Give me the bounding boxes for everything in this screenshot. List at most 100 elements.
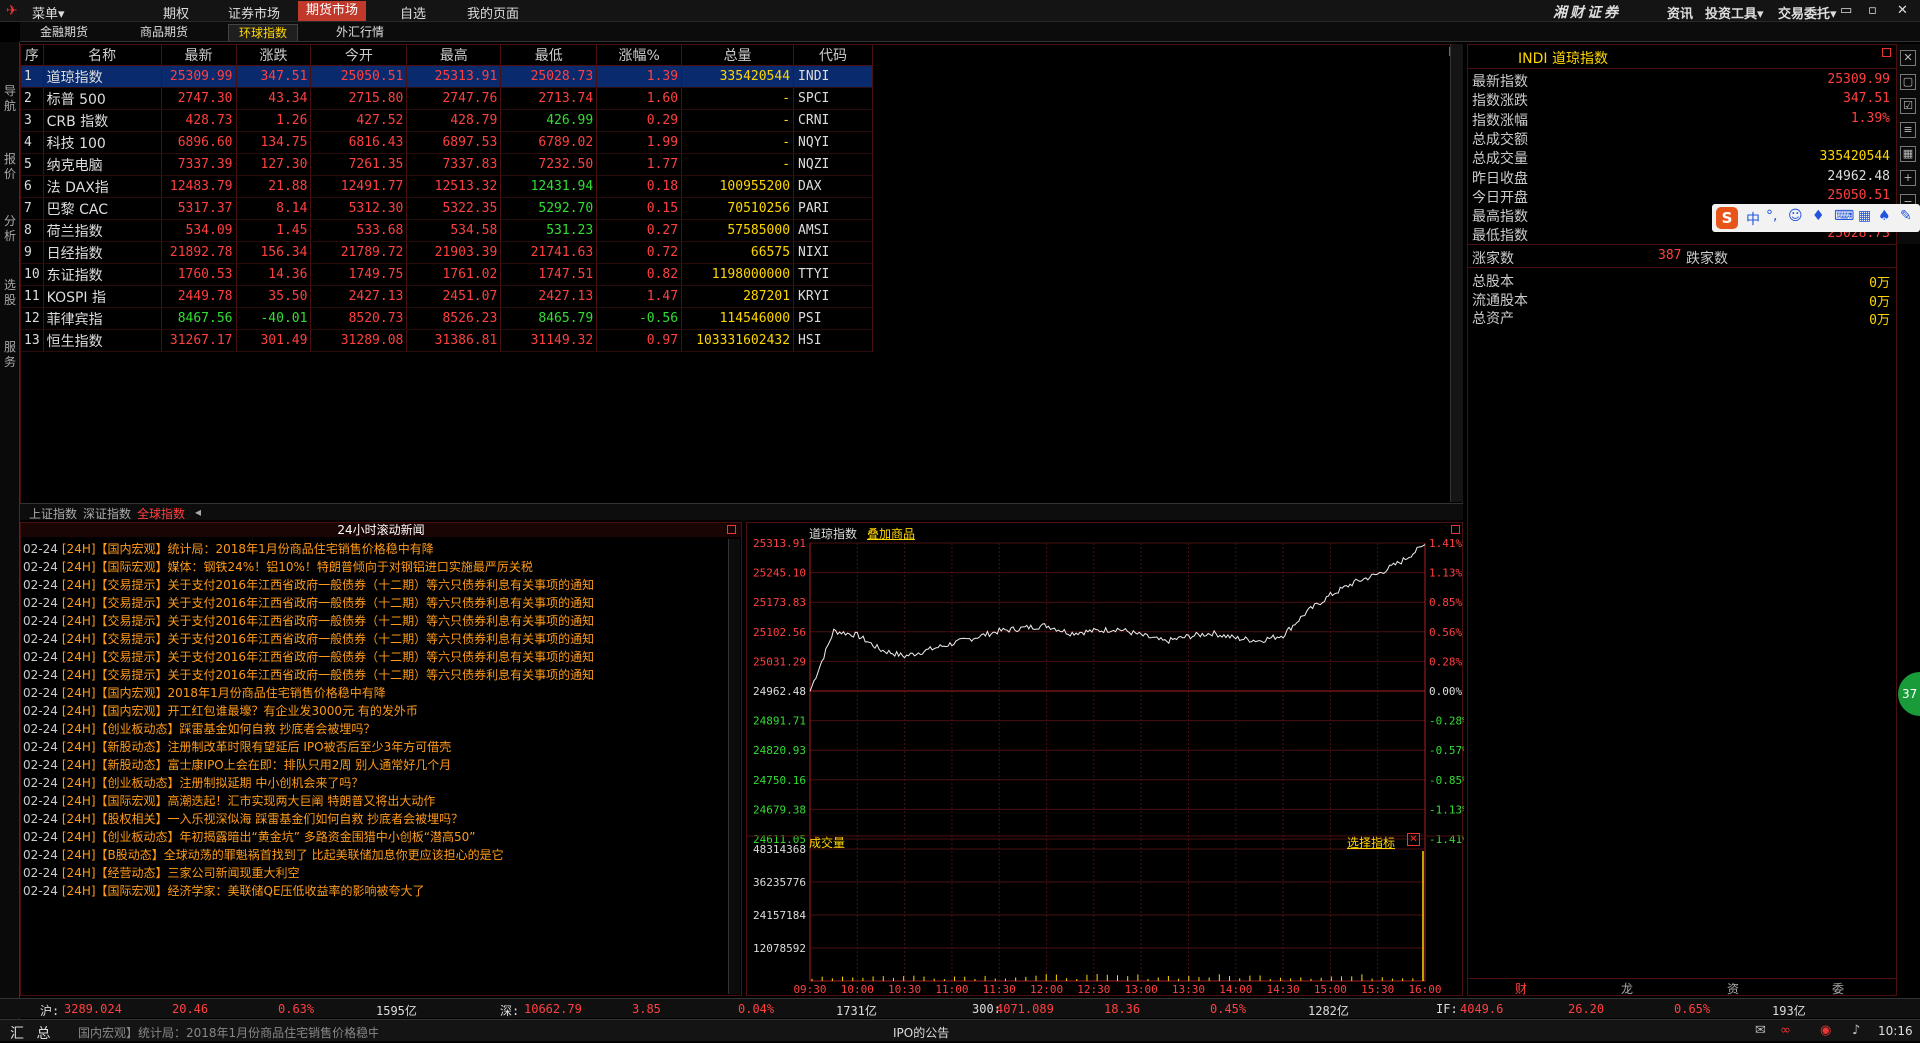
- apps-icon[interactable]: ▦: [1858, 208, 1871, 224]
- news-scrollbar[interactable]: [728, 539, 740, 994]
- keyboard-icon[interactable]: ⌨: [1834, 208, 1854, 224]
- grid-icon[interactable]: ▦: [1900, 146, 1916, 162]
- tab-finance[interactable]: 财: [1515, 980, 1527, 997]
- punctuation-icon[interactable]: °,: [1766, 208, 1777, 224]
- quote-row[interactable]: 3 CRB 指数 428.73 1.26 427.52 428.79 426.99 0.29-…: [21, 109, 873, 132]
- close-indicator-icon[interactable]: ✕: [1407, 833, 1420, 846]
- news-item[interactable]: 02-24 [24H]【创业板动态】踩雷基金如何自救 抄底者会被埋吗？: [23, 720, 375, 737]
- quote-row[interactable]: 13 恒生指数 31267.17 301.49 31289.08 31386.81 3114…: [21, 329, 873, 352]
- news-item[interactable]: 02-24 [24H]【新股动态】注册制改革时限有望延后 IPO被否后至少3年方可…: [23, 738, 451, 755]
- news-item[interactable]: 02-24 [24H]【交易提示】关于支付2016年江西省政府一般债券（十二期）等…: [23, 576, 594, 593]
- column-header[interactable]: 总量: [681, 45, 795, 66]
- tab-sh-index[interactable]: 上证指数: [26, 505, 80, 522]
- news-item[interactable]: 02-24 [24H]【交易提示】关于支付2016年江西省政府一般债券（十二期）等…: [23, 630, 594, 647]
- subtab-global-index[interactable]: 环球指数: [228, 24, 299, 41]
- side-tab-service[interactable]: 服务: [2, 340, 18, 370]
- quote-row[interactable]: 1 道琼指数 25309.99 347.51 25050.51 25313.91 25028…: [21, 65, 873, 88]
- connection-icon[interactable]: ◉: [1820, 1023, 1831, 1038]
- subtab-commodity-futures[interactable]: 商品期货: [130, 24, 198, 41]
- ime-toolbar[interactable]: S 中 °, ☺ ♦ ⌨ ▦ ♠ ✎: [1712, 204, 1920, 232]
- news-item[interactable]: 02-24 [24H]【国内宏观】2018年1月份商品住宅销售价格稳中有降: [23, 684, 386, 701]
- tab-sz-index[interactable]: 深证指数: [80, 505, 134, 522]
- quote-row[interactable]: 6法 DAX指 12483.79 21.88 12491.77 12513.32 1243…: [21, 175, 873, 198]
- collapse-icon[interactable]: ✕: [1900, 50, 1916, 66]
- side-tab-quote[interactable]: 报价: [2, 152, 18, 182]
- notice-link[interactable]: IPO的公告: [893, 1024, 949, 1041]
- select-indicator-link[interactable]: 选择指标: [1347, 834, 1395, 851]
- quote-row[interactable]: 5 纳克电脑 7337.39 127.30 7261.35 7337.83 7232.50 1…: [21, 153, 873, 176]
- column-header[interactable]: 最新: [161, 45, 237, 66]
- column-header[interactable]: 代码: [793, 45, 873, 66]
- news-maximize-icon[interactable]: [727, 525, 736, 534]
- side-tab-navigation[interactable]: 导航: [2, 84, 18, 114]
- link-icon[interactable]: ∞: [1780, 1023, 1791, 1038]
- news-ticker[interactable]: 国内宏观】统计局：2018年1月份商品住宅销售价格稳中有降: [78, 1024, 378, 1041]
- emoji-icon[interactable]: ☺: [1788, 208, 1803, 224]
- news-item[interactable]: 02-24 [24H]【交易提示】关于支付2016年江西省政府一般债券（十二期）等…: [23, 612, 594, 629]
- tab-scroll-left-icon[interactable]: ◂: [192, 505, 204, 519]
- news-item[interactable]: 02-24 [24H]【交易提示】关于支付2016年江西省政府一般债券（十二期）等…: [23, 666, 594, 683]
- side-tab-analysis[interactable]: 分析: [2, 214, 18, 244]
- quote-row[interactable]: 4 科技 100 6896.60 134.75 6816.43 6897.53 6789.0…: [21, 131, 873, 154]
- tab-order-book[interactable]: 委: [1832, 980, 1844, 997]
- ime-mode-label[interactable]: 中: [1746, 209, 1760, 229]
- summary-button[interactable]: 汇 总: [10, 1023, 54, 1043]
- column-header[interactable]: 序: [21, 45, 44, 66]
- news-item[interactable]: 02-24 [24H]【国际宏观】媒体：钢铁24%！铝10%！特朗普倾向于对钢铝进…: [23, 558, 533, 575]
- tab-futures[interactable]: 期货市场: [298, 1, 367, 21]
- column-header[interactable]: 最低: [500, 45, 598, 66]
- quote-row[interactable]: 2 标普 500 2747.30 43.34 2715.80 2747.76 2713.74…: [21, 87, 873, 110]
- floating-assistant-button[interactable]: 37: [1898, 672, 1920, 716]
- column-header[interactable]: 涨幅%: [596, 45, 683, 66]
- menu-trade-order[interactable]: 交易委托▾: [1778, 3, 1837, 22]
- message-icon[interactable]: ✉: [1755, 1023, 1766, 1038]
- minimize-button[interactable]: ▭: [1840, 3, 1852, 18]
- news-item[interactable]: 02-24 [24H]【国内宏观】开工红包谁最壕？有企业发3000元 有的发外币: [23, 702, 418, 719]
- tab-watchlist[interactable]: 自选: [400, 3, 426, 22]
- menu-investment-tools[interactable]: 投资工具▾: [1705, 3, 1764, 22]
- skin-icon[interactable]: ♠: [1878, 208, 1891, 224]
- detail-maximize-icon[interactable]: [1882, 48, 1891, 57]
- news-item[interactable]: 02-24 [24H]【交易提示】关于支付2016年江西省政府一般债券（十二期）等…: [23, 648, 594, 665]
- quote-vertical-scrollbar[interactable]: [1450, 44, 1463, 502]
- column-header[interactable]: 最高: [406, 45, 502, 66]
- quote-row[interactable]: 12 菲律宾指 8467.56 -40.01 8520.73 8526.23 8465.79…: [21, 307, 873, 330]
- tab-capital[interactable]: 资: [1727, 980, 1739, 997]
- column-header[interactable]: 名称: [43, 45, 162, 66]
- check-icon[interactable]: ☑: [1900, 98, 1916, 114]
- news-item[interactable]: 02-24 [24H]【国际宏观】经济学家：美联储QE压低收益率的影响被夸大了: [23, 882, 425, 899]
- column-header[interactable]: 今开: [310, 45, 408, 66]
- list-icon[interactable]: ≡: [1900, 122, 1916, 138]
- news-item[interactable]: 02-24 [24H]【股权相关】一入乐视深似海 踩雷基金们如何自救 抄底者会被埋…: [23, 810, 463, 827]
- quote-row[interactable]: 10 东证指数 1760.53 14.36 1749.75 1761.02 1747.51 0…: [21, 263, 873, 286]
- news-item[interactable]: 02-24 [24H]【交易提示】关于支付2016年江西省政府一般债券（十二期）等…: [23, 594, 594, 611]
- column-header[interactable]: 涨跌: [236, 45, 312, 66]
- close-button[interactable]: ✕: [1897, 3, 1908, 18]
- news-item[interactable]: 02-24 [24H]【国际宏观】高潮迭起！汇市实现两大巨阐 特朗普又将出大动作: [23, 792, 435, 809]
- main-menu-button[interactable]: 菜单▾: [32, 3, 65, 22]
- mic-icon[interactable]: ♦: [1812, 208, 1825, 224]
- restore-button[interactable]: ▫: [1868, 3, 1877, 18]
- box-icon[interactable]: ▢: [1900, 74, 1916, 90]
- news-item[interactable]: 02-24 [24H]【经营动态】三家公司新闻现重大利空: [23, 864, 300, 881]
- quote-row[interactable]: 9 日经指数 21892.78 156.34 21789.72 21903.39 21741…: [21, 241, 873, 264]
- tab-dragon-tiger[interactable]: 龙: [1621, 980, 1633, 997]
- settings-icon[interactable]: ✎: [1900, 208, 1912, 224]
- subtab-forex[interactable]: 外汇行情: [326, 24, 394, 41]
- subtab-financial-futures[interactable]: 金融期货: [30, 24, 98, 41]
- news-item[interactable]: 02-24 [24H]【创业板动态】注册制拟延期 中小创机会来了吗？: [23, 774, 363, 791]
- tab-global-index[interactable]: 全球指数: [134, 505, 189, 523]
- news-item[interactable]: 02-24 [24H]【国内宏观】统计局：2018年1月份商品住宅销售价格稳中有降: [23, 540, 434, 557]
- expand-icon[interactable]: +: [1900, 170, 1916, 186]
- tab-options[interactable]: 期权: [163, 3, 189, 22]
- tab-my-page[interactable]: 我的页面: [467, 3, 519, 22]
- menu-news[interactable]: 资讯: [1667, 3, 1693, 22]
- side-tab-stock-pick[interactable]: 选股: [2, 278, 18, 308]
- tab-securities[interactable]: 证券市场: [228, 3, 280, 22]
- sogou-icon[interactable]: S: [1716, 207, 1738, 229]
- news-item[interactable]: 02-24 [24H]【创业板动态】年初揭露暗出“黄金坑” 多路资金围猎中小创板“…: [23, 828, 476, 845]
- quote-row[interactable]: 7 巴黎 CAC 5317.37 8.14 5312.30 5322.35 5292.70 0…: [21, 197, 873, 220]
- news-item[interactable]: 02-24 [24H]【新股动态】富士康IPO上会在即：排队只用2周 别人通常好几…: [23, 756, 451, 773]
- quote-row[interactable]: 11 KOSPI 指 2449.78 35.50 2427.13 2451.07 2427.…: [21, 285, 873, 308]
- quote-row[interactable]: 8 荷兰指数 534.09 1.45 533.68 534.58 531.23 0.27 575…: [21, 219, 873, 242]
